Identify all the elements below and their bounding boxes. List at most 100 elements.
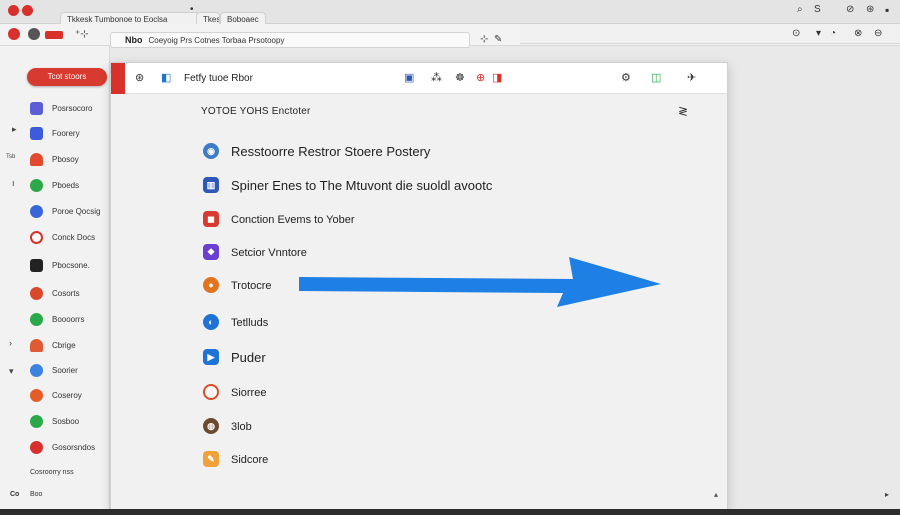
attach-icon[interactable]: ◨: [492, 72, 502, 84]
address-text: Coeyoig Prs Cotnes Torbaa Prsotoopy: [148, 36, 285, 45]
minimize-panel-icon[interactable]: ⊖: [874, 28, 882, 40]
sidebar-item[interactable]: Soorier: [30, 363, 110, 379]
option-label: Siorree: [231, 387, 267, 399]
sidebar-item-icon: [30, 441, 43, 454]
option-label: Spiner Enes to The Mtuvont die suoldl av…: [231, 178, 493, 193]
sidebar-item[interactable]: Pboeds: [30, 178, 110, 194]
sidebar-item[interactable]: Posrsocoro: [30, 101, 110, 117]
option-icon: ❖: [203, 244, 219, 260]
sidebar-footer-text: Cosroorry nss: [30, 469, 74, 476]
sidebar-item-icon: [30, 102, 43, 115]
dialog-menu-icon[interactable]: ≷: [678, 104, 688, 118]
option-item[interactable]: ▥ Spiner Enes to The Mtuvont die suoldl …: [203, 176, 623, 196]
sidebar-item-label: Pboeds: [52, 181, 80, 190]
sidebar-item[interactable]: Cosorts: [30, 286, 110, 302]
reload-icon[interactable]: [28, 28, 40, 40]
sidebar-item-label: Boooorrs: [52, 315, 85, 324]
sidebar-item[interactable]: Sosboo: [30, 414, 110, 430]
option-icon: ✎: [203, 451, 219, 467]
expand-icon[interactable]: ▾: [9, 366, 14, 377]
compose-button[interactable]: Tcot stoors: [27, 68, 107, 86]
option-icon: ▶: [203, 349, 219, 365]
sidebar-item-label: Posrsocoro: [52, 104, 93, 113]
option-label: Conction Evems to Yober: [231, 214, 355, 226]
sidebar-footer-text: Boo: [30, 491, 43, 498]
cursor-icon: ▸: [12, 124, 17, 134]
option-icon: ◉: [203, 143, 219, 159]
record-icon[interactable]: [45, 31, 63, 39]
camera-icon[interactable]: ⊛: [135, 72, 144, 84]
sparkle-icon[interactable]: ⁂: [431, 72, 442, 84]
extension-icon[interactable]: ⊘: [846, 4, 854, 16]
sidebar-item-icon: [30, 179, 43, 192]
profile-icon[interactable]: S: [814, 4, 821, 16]
option-item[interactable]: ◉ Resstoorre Restror Stoere Postery: [203, 142, 623, 162]
close-window-button[interactable]: [8, 5, 19, 16]
sidebar-item[interactable]: Coseroy: [30, 388, 110, 404]
sidebar-item-label: Soorier: [52, 366, 78, 375]
sidebar-item-label: Poroe Qocsig: [52, 207, 101, 216]
send-icon[interactable]: ✈: [687, 72, 696, 84]
option-item[interactable]: ◐ Tetlluds: [203, 313, 623, 333]
sidebar-item[interactable]: Pbosoy: [30, 152, 110, 168]
option-item[interactable]: ◌ Siorree: [203, 383, 623, 403]
document-icon[interactable]: ◫: [651, 72, 661, 84]
bookmark-icon[interactable]: ⊹: [480, 34, 488, 46]
sidebar-item-label: Sosboo: [52, 417, 80, 426]
browser-titlebar: Tkkesk Tumbonoe to Eoclsa Tkes Boboaec •…: [0, 0, 900, 26]
sidebar-item[interactable]: Foorery: [30, 126, 110, 142]
option-label: 3lob: [231, 421, 252, 433]
dropdown-icon[interactable]: ▾: [816, 28, 821, 40]
option-label: Tetlluds: [231, 317, 269, 329]
resize-handle-icon[interactable]: ▴: [714, 490, 718, 499]
sidebar-item[interactable]: Pbocsone.: [30, 258, 110, 274]
settings-icon[interactable]: ⊛: [866, 4, 874, 16]
browser-search-icon[interactable]: ⌕: [797, 4, 803, 16]
sidebar-item-icon: [30, 259, 43, 272]
edit-icon[interactable]: ✎: [494, 34, 502, 46]
address-prefix: Nbo: [125, 35, 143, 45]
sidebar-item-icon: [30, 231, 43, 244]
toolbar-add-icon[interactable]: ⁺⊹: [75, 29, 89, 41]
timer-icon[interactable]: ◔: [830, 28, 836, 40]
option-icon: ◐: [203, 314, 219, 330]
desktop-edge: [0, 509, 900, 515]
tab-close-icon[interactable]: •: [190, 4, 194, 16]
secondary-toolbar: ⊙ ▾ ◔ ⊗ ⊖: [520, 24, 900, 44]
sidebar-item-icon: [30, 127, 43, 140]
option-icon: ▥: [203, 177, 219, 193]
sidebar-item-icon: [30, 339, 43, 352]
close-panel-icon[interactable]: ⊗: [854, 28, 862, 40]
option-item[interactable]: ▶ Puder: [203, 348, 623, 368]
sidebar-item-icon: [30, 364, 43, 377]
sync-icon[interactable]: ⊙: [792, 28, 800, 40]
expand-icon[interactable]: ›: [9, 338, 12, 348]
sidebar-item-icon: [30, 415, 43, 428]
sidebar-item-label: Conck Docs: [52, 233, 96, 242]
sidebar-item-icon: [30, 313, 43, 326]
sidebar-item[interactable]: Conck Docs: [30, 230, 110, 246]
sidebar-item-label: Foorery: [52, 129, 80, 138]
option-item[interactable]: ◼ Conction Evems to Yober: [203, 210, 623, 230]
sidebar-item[interactable]: Poroe Qocsig: [30, 204, 110, 220]
option-label: Resstoorre Restror Stoere Postery: [231, 144, 431, 159]
option-item[interactable]: ◍ 3lob: [203, 417, 623, 437]
back-icon[interactable]: [8, 28, 20, 40]
sidebar-item-icon: [30, 153, 43, 166]
settings-icon[interactable]: ⚙: [621, 72, 631, 84]
sidebar-item[interactable]: Cbrige: [30, 338, 110, 354]
add-icon[interactable]: ⊕: [476, 72, 485, 84]
sidebar-item[interactable]: Boooorrs: [30, 312, 110, 328]
screen-icon[interactable]: ▣: [404, 72, 414, 84]
scroll-arrow-icon[interactable]: ▸: [885, 490, 889, 499]
option-item[interactable]: ✎ Sidcore: [203, 450, 623, 470]
option-label: Sidcore: [231, 454, 269, 466]
sidebar-item-icon: [30, 389, 43, 402]
image-icon[interactable]: ◧: [161, 72, 171, 84]
minimize-window-button[interactable]: [22, 5, 33, 16]
sidebar-item[interactable]: Gosorsndos: [30, 440, 110, 456]
sidebar-item-label: Cbrige: [52, 341, 76, 350]
fullscreen-icon[interactable]: ▪: [885, 4, 889, 16]
gear-icon[interactable]: ☸: [455, 72, 465, 84]
address-bar[interactable]: Nbo Coeyoig Prs Cotnes Torbaa Prsotoopy: [110, 32, 470, 48]
